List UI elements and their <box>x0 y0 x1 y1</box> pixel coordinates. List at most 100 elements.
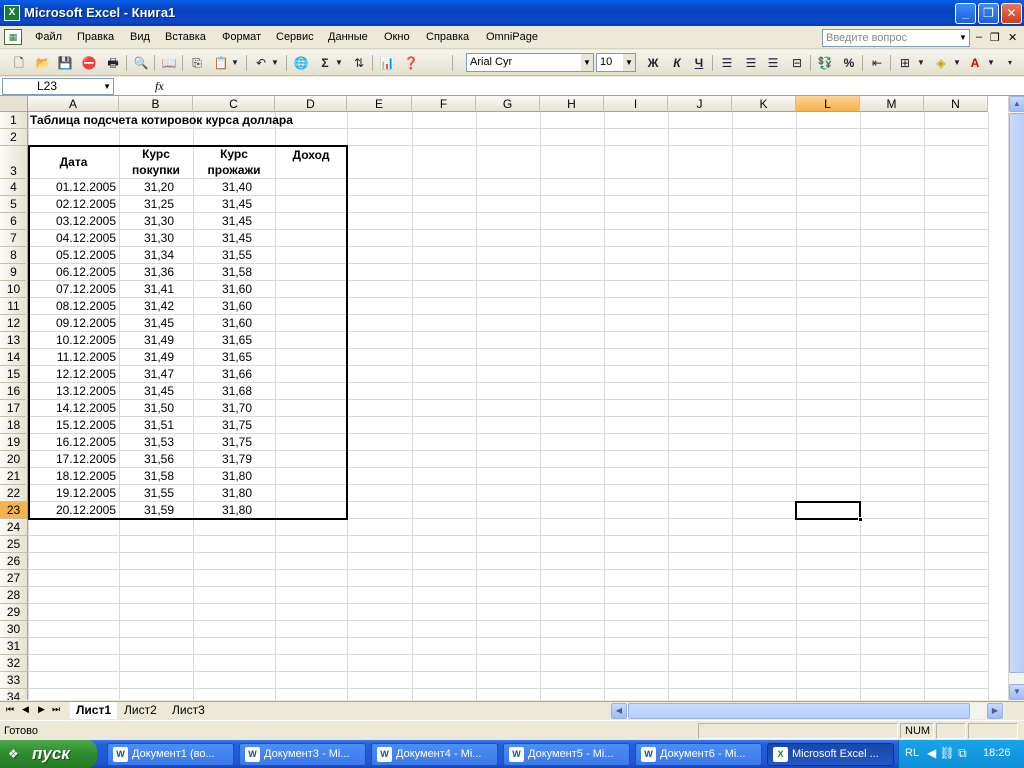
date-cell[interactable]: 19.12.2005 <box>31 485 116 502</box>
sell-rate-cell[interactable]: 31,80 <box>196 468 252 485</box>
date-cell[interactable]: 18.12.2005 <box>31 468 116 485</box>
buy-rate-cell[interactable]: 31,53 <box>122 434 174 451</box>
column-header[interactable]: F <box>412 96 476 112</box>
percent-button[interactable]: % <box>840 54 858 72</box>
scroll-right-button[interactable]: ▶ <box>987 703 1003 719</box>
font-color-dropdown-icon[interactable]: ▼ <box>986 54 996 72</box>
menu-view[interactable]: Вид <box>130 31 150 43</box>
sell-rate-cell[interactable]: 31,65 <box>196 332 252 349</box>
formula-input[interactable] <box>176 79 1006 94</box>
buy-rate-cell[interactable]: 31,49 <box>122 349 174 366</box>
autosum-icon[interactable]: Σ <box>316 54 334 72</box>
vertical-scroll-thumb[interactable] <box>1009 113 1024 673</box>
date-cell[interactable]: 01.12.2005 <box>31 179 116 196</box>
font-size-select[interactable]: 10 ▼ <box>596 53 636 72</box>
table-title-cell[interactable]: Таблица подсчета котировок курса доллара <box>30 112 293 129</box>
date-cell[interactable]: 04.12.2005 <box>31 230 116 247</box>
row-header[interactable]: 25 <box>0 536 28 553</box>
column-header[interactable]: N <box>924 96 988 112</box>
sheet-tab-1[interactable]: Лист1 <box>70 702 118 719</box>
sell-rate-cell[interactable]: 31,45 <box>196 230 252 247</box>
chevron-down-icon[interactable]: ▼ <box>957 30 969 46</box>
column-header[interactable]: B <box>119 96 193 112</box>
currency-icon[interactable]: 💱 <box>816 54 834 72</box>
buy-rate-cell[interactable]: 31,30 <box>122 213 174 230</box>
buy-rate-cell[interactable]: 31,58 <box>122 468 174 485</box>
row-header[interactable]: 9 <box>0 264 28 281</box>
column-header[interactable]: H <box>540 96 604 112</box>
sell-rate-cell[interactable]: 31,79 <box>196 451 252 468</box>
date-cell[interactable]: 07.12.2005 <box>31 281 116 298</box>
row-header[interactable]: 17 <box>0 400 28 417</box>
row-header[interactable]: 2 <box>0 129 28 146</box>
select-all-corner[interactable] <box>0 96 28 112</box>
paste-dropdown-icon[interactable]: ▼ <box>230 54 240 72</box>
scroll-down-button[interactable]: ▼ <box>1009 684 1024 700</box>
copy-icon[interactable]: ⎘ <box>188 54 206 72</box>
row-header[interactable]: 12 <box>0 315 28 332</box>
row-header[interactable]: 31 <box>0 638 28 655</box>
borders-icon[interactable]: ⊞ <box>896 54 914 72</box>
row-header[interactable]: 1 <box>0 112 28 129</box>
column-header[interactable]: C <box>193 96 275 112</box>
date-cell[interactable]: 12.12.2005 <box>31 366 116 383</box>
column-header[interactable]: D <box>275 96 347 112</box>
bold-button[interactable]: Ж <box>644 54 662 72</box>
chevron-down-icon[interactable]: ▼ <box>103 79 111 94</box>
chevron-down-icon[interactable]: ▼ <box>623 54 635 71</box>
date-cell[interactable]: 15.12.2005 <box>31 417 116 434</box>
horizontal-scroll-thumb[interactable] <box>628 703 970 719</box>
header-buy-cell[interactable]: покупки <box>122 162 190 178</box>
date-cell[interactable]: 02.12.2005 <box>31 196 116 213</box>
row-header[interactable]: 33 <box>0 672 28 689</box>
doc-close-button[interactable]: ✕ <box>1008 31 1017 44</box>
menu-data[interactable]: Данные <box>328 31 368 43</box>
align-center-icon[interactable]: ☰ <box>742 54 760 72</box>
column-header[interactable]: A <box>28 96 119 112</box>
start-button[interactable]: ❖ пуск <box>0 740 97 768</box>
taskbar-word-document-button[interactable]: W Документ6 - Mi... <box>635 743 762 766</box>
row-header[interactable]: 13 <box>0 332 28 349</box>
date-cell[interactable]: 20.12.2005 <box>31 502 116 519</box>
buy-rate-cell[interactable]: 31,41 <box>122 281 174 298</box>
date-cell[interactable]: 13.12.2005 <box>31 383 116 400</box>
row-header[interactable]: 6 <box>0 213 28 230</box>
date-cell[interactable]: 16.12.2005 <box>31 434 116 451</box>
row-header[interactable]: 21 <box>0 468 28 485</box>
undo-dropdown-icon[interactable]: ▼ <box>270 54 280 72</box>
row-header[interactable]: 20 <box>0 451 28 468</box>
column-header[interactable]: M <box>860 96 924 112</box>
buy-rate-cell[interactable]: 31,25 <box>122 196 174 213</box>
buy-rate-cell[interactable]: 31,34 <box>122 247 174 264</box>
selected-cell[interactable] <box>795 501 863 522</box>
date-cell[interactable]: 14.12.2005 <box>31 400 116 417</box>
buy-rate-cell[interactable]: 31,49 <box>122 332 174 349</box>
document-icon[interactable]: ▦ <box>4 29 22 45</box>
buy-rate-cell[interactable]: 31,36 <box>122 264 174 281</box>
buy-rate-cell[interactable]: 31,56 <box>122 451 174 468</box>
autosum-dropdown-icon[interactable]: ▼ <box>334 54 344 72</box>
menu-window[interactable]: Окно <box>384 31 410 43</box>
close-button[interactable]: ✕ <box>1001 3 1022 24</box>
date-cell[interactable]: 06.12.2005 <box>31 264 116 281</box>
language-indicator[interactable]: RL <box>905 747 919 759</box>
header-sell-cell[interactable]: Курс <box>196 146 272 162</box>
date-cell[interactable]: 03.12.2005 <box>31 213 116 230</box>
new-document-icon[interactable]: 🗋 <box>10 54 28 72</box>
doc-minimize-button[interactable]: – <box>976 31 982 43</box>
taskbar-word-document-button[interactable]: W Документ3 - Mi... <box>239 743 366 766</box>
header-date-cell[interactable]: Дата <box>31 146 116 179</box>
sell-rate-cell[interactable]: 31,75 <box>196 434 252 451</box>
sell-rate-cell[interactable]: 31,55 <box>196 247 252 264</box>
column-header[interactable]: L <box>796 96 860 112</box>
sell-rate-cell[interactable]: 31,68 <box>196 383 252 400</box>
row-header[interactable]: 23 <box>0 502 28 519</box>
buy-rate-cell[interactable]: 31,30 <box>122 230 174 247</box>
sell-rate-cell[interactable]: 31,60 <box>196 281 252 298</box>
buy-rate-cell[interactable]: 31,20 <box>122 179 174 196</box>
column-header[interactable]: J <box>668 96 732 112</box>
scroll-left-button[interactable]: ◀ <box>611 703 627 719</box>
clock[interactable]: 18:26 <box>983 747 1011 759</box>
buy-rate-cell[interactable]: 31,42 <box>122 298 174 315</box>
sell-rate-cell[interactable]: 31,60 <box>196 298 252 315</box>
